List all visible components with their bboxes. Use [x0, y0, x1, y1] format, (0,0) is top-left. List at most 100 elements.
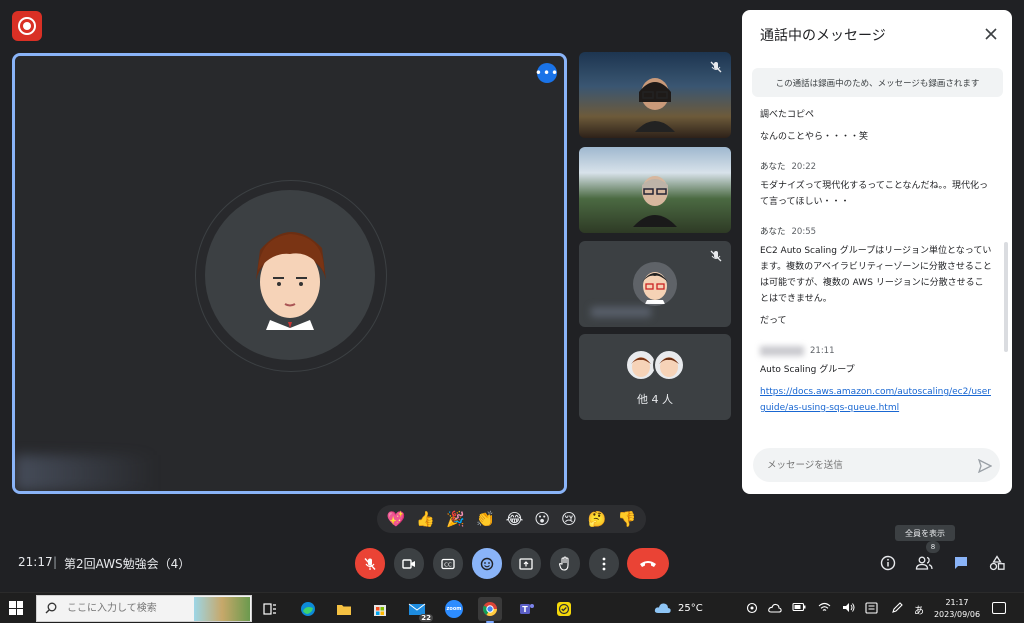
mic-off-icon: [710, 61, 722, 73]
avatar-face-icon: [659, 357, 679, 377]
sender-name-blurred: [760, 345, 804, 356]
reaction-laugh-button[interactable]: 😂: [506, 510, 524, 528]
participant-video-icon: [635, 78, 675, 132]
recording-indicator[interactable]: [12, 11, 42, 41]
start-button[interactable]: [9, 601, 23, 615]
search-highlight-image: [194, 597, 250, 621]
teams-app[interactable]: T: [515, 597, 539, 621]
participant-tile-3[interactable]: [579, 241, 731, 327]
mail-app[interactable]: 22: [405, 597, 433, 622]
meeting-details-button[interactable]: [877, 552, 899, 574]
reaction-clap-button[interactable]: 👏: [476, 510, 495, 528]
avatar-face-icon: [256, 231, 326, 330]
message-text: モダナイズって現代化するってことなんだね。。現代化って言ってほしい・・・: [760, 181, 989, 207]
message-text: Auto Scaling グループ: [760, 365, 855, 375]
reaction-party-button[interactable]: 🎉: [446, 510, 465, 528]
reaction-bar: 💖 👍 🎉 👏 😂 😮 😢 🤔 👎: [377, 505, 646, 533]
people-icon: [915, 556, 933, 570]
emoji-icon: [480, 557, 494, 570]
participant-tile-2[interactable]: [579, 147, 731, 233]
chat-icon: [955, 557, 967, 569]
reaction-heart-button[interactable]: 💖: [387, 510, 406, 528]
message-sender: あなた 20:55: [760, 224, 992, 240]
message-time: 20:22: [791, 162, 817, 172]
zoom-icon: zoom: [445, 600, 463, 618]
mic-off-icon: [710, 250, 722, 262]
edge-app[interactable]: [296, 597, 320, 621]
wifi-icon[interactable]: [818, 602, 831, 613]
others-count-label: 他 4 人: [637, 393, 673, 406]
store-app[interactable]: [368, 597, 392, 621]
sender-name: あなた: [760, 162, 786, 172]
end-call-icon: [640, 560, 656, 567]
chrome-app[interactable]: [478, 597, 502, 623]
send-icon[interactable]: [978, 459, 992, 473]
battery-icon[interactable]: [792, 602, 806, 612]
pen-icon[interactable]: [891, 602, 903, 614]
cloud-icon: [654, 603, 671, 613]
message-group: あなた 20:55 EC2 Auto Scaling グループはリージョン単位とな…: [760, 224, 992, 329]
ime-indicator[interactable]: あ: [914, 602, 924, 617]
store-icon: [374, 605, 386, 616]
participant-name-blurred: [591, 307, 651, 317]
reactions-button[interactable]: [472, 548, 502, 579]
reaction-surprised-button[interactable]: 😮: [534, 510, 550, 528]
taskbar-clock[interactable]: 21:17 2023/09/06: [932, 597, 982, 621]
meeting-separator: |: [53, 555, 58, 569]
raise-hand-icon: [558, 556, 569, 571]
close-icon[interactable]: [984, 27, 998, 41]
message-sender: 21:11: [760, 343, 992, 359]
chat-message-input[interactable]: [753, 448, 1000, 482]
camera-toggle-button[interactable]: [394, 548, 424, 579]
message-text: なんのことやら・・・・笑: [760, 132, 869, 142]
volume-icon[interactable]: [842, 602, 855, 613]
main-video-tile[interactable]: •••: [12, 53, 567, 494]
copilot-icon[interactable]: [746, 602, 758, 614]
captions-button[interactable]: CC: [433, 548, 463, 579]
more-options-button[interactable]: [589, 548, 619, 579]
notification-center-button[interactable]: [992, 602, 1006, 614]
task-view-button[interactable]: [258, 597, 282, 621]
recording-notice: この通話は録画中のため、メッセージも録画されます: [752, 68, 1003, 97]
mic-toggle-button[interactable]: [355, 548, 385, 579]
message-text: だって: [760, 316, 787, 326]
reaction-thumbs-down-button[interactable]: 👎: [618, 510, 637, 528]
tile-more-options-button[interactable]: •••: [535, 63, 558, 83]
record-icon: [18, 17, 36, 35]
raise-hand-button[interactable]: [550, 548, 580, 579]
show-everyone-button[interactable]: [913, 552, 935, 574]
zoom-app[interactable]: zoom: [442, 597, 466, 621]
activities-button[interactable]: [986, 552, 1008, 574]
avatar: [633, 262, 677, 306]
message-link[interactable]: https://docs.aws.amazon.com/autoscaling/…: [760, 387, 991, 413]
onedrive-icon[interactable]: [768, 602, 782, 614]
participant-tile-1[interactable]: [579, 52, 731, 138]
weather-temperature: 25°C: [678, 602, 703, 614]
edge-icon: [301, 602, 315, 616]
chat-scrollbar[interactable]: [1004, 242, 1008, 352]
mic-off-icon: [364, 557, 376, 570]
others-tile[interactable]: 他 4 人: [579, 334, 731, 420]
avatar: [653, 349, 685, 381]
search-icon: [45, 602, 57, 614]
end-call-button[interactable]: [627, 548, 669, 579]
chat-messages: 調べたコピペ なんのことやら・・・・笑 あなた 20:22 モダナイズって現代化す…: [760, 107, 992, 430]
reaction-sad-button[interactable]: 😢: [561, 510, 577, 528]
file-explorer-app[interactable]: [332, 597, 356, 621]
activities-icon: [989, 555, 1005, 571]
chat-title: 通話中のメッセージ: [760, 28, 886, 44]
others-avatars: [625, 349, 685, 381]
avatar: [205, 190, 375, 360]
show-everyone-tooltip: 全員を表示: [895, 525, 955, 541]
reaction-thinking-button[interactable]: 🤔: [588, 510, 607, 528]
avatar-face-icon: [642, 272, 668, 304]
chat-toggle-button[interactable]: [950, 552, 972, 574]
weather-widget[interactable]: 25°C: [654, 602, 703, 614]
check-icon: [557, 602, 571, 616]
reaction-thumbs-up-button[interactable]: 👍: [416, 510, 435, 528]
tasks-app[interactable]: [552, 597, 576, 621]
present-screen-button[interactable]: [511, 548, 541, 579]
captions-icon: CC: [441, 558, 455, 569]
sender-name: あなた: [760, 227, 786, 237]
keyboard-icon[interactable]: [865, 602, 878, 614]
